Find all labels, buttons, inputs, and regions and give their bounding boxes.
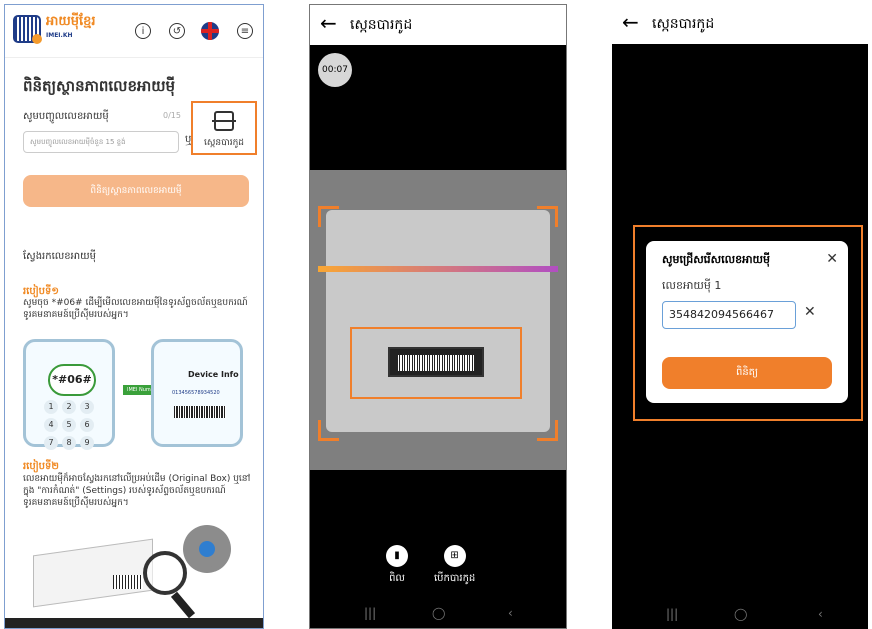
barcode-icon <box>388 347 484 377</box>
scan-barcode-label: ស្កេនបារកូដ <box>204 138 244 148</box>
flashlight-icon: ▮ <box>386 545 408 567</box>
key: 7 <box>44 436 58 450</box>
dial-keypad: 1 2 3 4 5 6 7 8 9 <box>42 398 102 452</box>
key: 5 <box>62 418 76 432</box>
imei-select-screen: ← ស្កេនបារកូដ សូមជ្រើសរើសលេខអាយម៉ី ✕ លេខ… <box>612 4 868 629</box>
info-icon[interactable]: i <box>135 23 151 39</box>
app-name: អាយម៉ីខ្មែរ <box>46 14 96 29</box>
phone-box-image <box>33 538 153 608</box>
key: 2 <box>62 400 76 414</box>
scanner-title: ស្កេនបារកូដ <box>350 17 413 33</box>
open-barcode-label: បើកបារកូដ <box>434 573 476 584</box>
imei-input-label: សូមបញ្ចូលលេខអាយម៉ី <box>23 111 109 122</box>
method2-title: របៀបទី២ <box>23 461 59 472</box>
device-info-number: 013456578934520 <box>172 390 220 396</box>
nav-back-icon[interactable]: ‹ <box>508 606 513 620</box>
home-icon[interactable]: ◯ <box>432 606 445 620</box>
page-title: ពិនិត្យស្ថានភាពលេខអាយម៉ី <box>23 77 176 95</box>
scanner-title: ស្កេនបារកូដ <box>652 16 715 32</box>
viewfinder-corner <box>318 206 339 227</box>
barcode-scanner-screen: ← ស្កេនបារកូដ 00:07 ▮ ពិល ⊞ បើកបារកូដ ||… <box>309 4 567 629</box>
dial-code: *#06# <box>48 364 96 396</box>
logo-icon <box>13 15 42 44</box>
flashlight-button[interactable]: ▮ ពិល <box>386 545 408 586</box>
char-counter: 0/15 <box>163 111 181 120</box>
device-info-title: Device Info <box>188 370 239 379</box>
back-arrow-icon[interactable]: ← <box>622 10 639 34</box>
scan-line <box>318 266 558 272</box>
key: 3 <box>80 400 94 414</box>
device-info-image: Device Info 013456578934520 <box>151 339 243 447</box>
phone-dialer-image: *#06# 1 2 3 4 5 6 7 8 9 <box>23 339 115 450</box>
dialog-highlight: សូមជ្រើសរើសលេខអាយម៉ី ✕ លេខអាយម៉ី 1 35484… <box>633 225 863 421</box>
app-logo: អាយម៉ីខ្មែរ IMEI.KH <box>13 14 96 44</box>
magnifier-handle <box>170 591 196 619</box>
camera-viewfinder <box>310 170 566 470</box>
system-nav-bar <box>5 618 263 628</box>
imei-value-field[interactable]: 354842094566467 <box>662 301 796 329</box>
check-status-button[interactable]: ពិនិត្យស្ថានភាពលេខអាយម៉ី <box>23 175 249 207</box>
recent-apps-icon[interactable]: ||| <box>666 607 678 621</box>
method1-text: សូមចុច *#06# ដើម្បីមើលលេខអាយម៉ីនៃទូរស័ព្… <box>23 298 248 320</box>
barcode-highlight-box <box>350 327 522 399</box>
viewfinder-corner <box>318 420 339 441</box>
clear-icon[interactable]: ✕ <box>804 304 816 320</box>
find-imei-heading: ស្វែងរកលេខអាយម៉ី <box>23 251 96 262</box>
key: 8 <box>62 436 76 450</box>
key: 1 <box>44 400 58 414</box>
viewfinder-corner <box>537 206 558 227</box>
back-arrow-icon[interactable]: ← <box>320 11 337 35</box>
nav-back-icon[interactable]: ‹ <box>818 607 823 621</box>
viewfinder-corner <box>537 420 558 441</box>
gear-icon <box>183 525 231 573</box>
system-nav-bar: ||| ◯ ‹ <box>310 604 566 628</box>
method2-text: លេខអាយម៉ីក៏អាចស្វែងរកនៅលើប្រអប់ដើម (Orig… <box>23 474 251 508</box>
menu-icon[interactable]: ≡ <box>237 23 253 39</box>
confirm-check-button[interactable]: ពិនិត្យ <box>662 357 832 389</box>
imei-home-screen: អាយម៉ីខ្មែរ IMEI.KH i ↺ ≡ ពិនិត្យស្ថានភា… <box>4 4 264 629</box>
magnifier-icon <box>143 551 187 595</box>
recent-apps-icon[interactable]: ||| <box>364 606 376 620</box>
box-barcode-icon <box>113 575 143 589</box>
scan-barcode-button[interactable]: ស្កេនបារកូដ <box>191 101 257 155</box>
app-sub: IMEI.KH <box>46 32 73 39</box>
scan-icon <box>212 111 236 131</box>
history-icon[interactable]: ↺ <box>169 23 185 39</box>
open-barcode-button[interactable]: ⊞ បើកបារកូដ <box>434 545 475 586</box>
box-settings-illustration <box>33 525 243 619</box>
scanner-header: ← ស្កេនបារកូដ <box>310 5 566 45</box>
home-icon[interactable]: ◯ <box>734 607 747 621</box>
imei-field-label: លេខអាយម៉ី 1 <box>662 279 722 292</box>
qr-icon: ⊞ <box>443 545 466 567</box>
key: 4 <box>44 418 58 432</box>
system-nav-bar: ||| ◯ ‹ <box>612 605 868 629</box>
imei-select-dialog: សូមជ្រើសរើសលេខអាយម៉ី ✕ លេខអាយម៉ី 1 35484… <box>646 241 848 403</box>
scanner-header: ← ស្កេនបារកូដ <box>612 4 868 44</box>
timer-badge: 00:07 <box>318 53 352 87</box>
app-header: អាយម៉ីខ្មែរ IMEI.KH i ↺ ≡ <box>5 5 263 58</box>
key: 9 <box>80 436 94 450</box>
dialog-title: សូមជ្រើសរើសលេខអាយម៉ី <box>662 253 771 266</box>
flashlight-label: ពិល <box>389 573 405 584</box>
imei-input[interactable]: សូមបញ្ចូលលេខអាយម៉ីចំនួន 15 ខ្ទង់ <box>23 131 179 153</box>
dial-code-illustration: *#06# 1 2 34 5 67 8 9 IMEI Number Device Info … <box>23 335 249 450</box>
key: 6 <box>80 418 94 432</box>
language-flag-icon[interactable] <box>201 22 219 40</box>
close-icon[interactable]: ✕ <box>826 251 838 267</box>
barcode-icon <box>174 406 226 418</box>
